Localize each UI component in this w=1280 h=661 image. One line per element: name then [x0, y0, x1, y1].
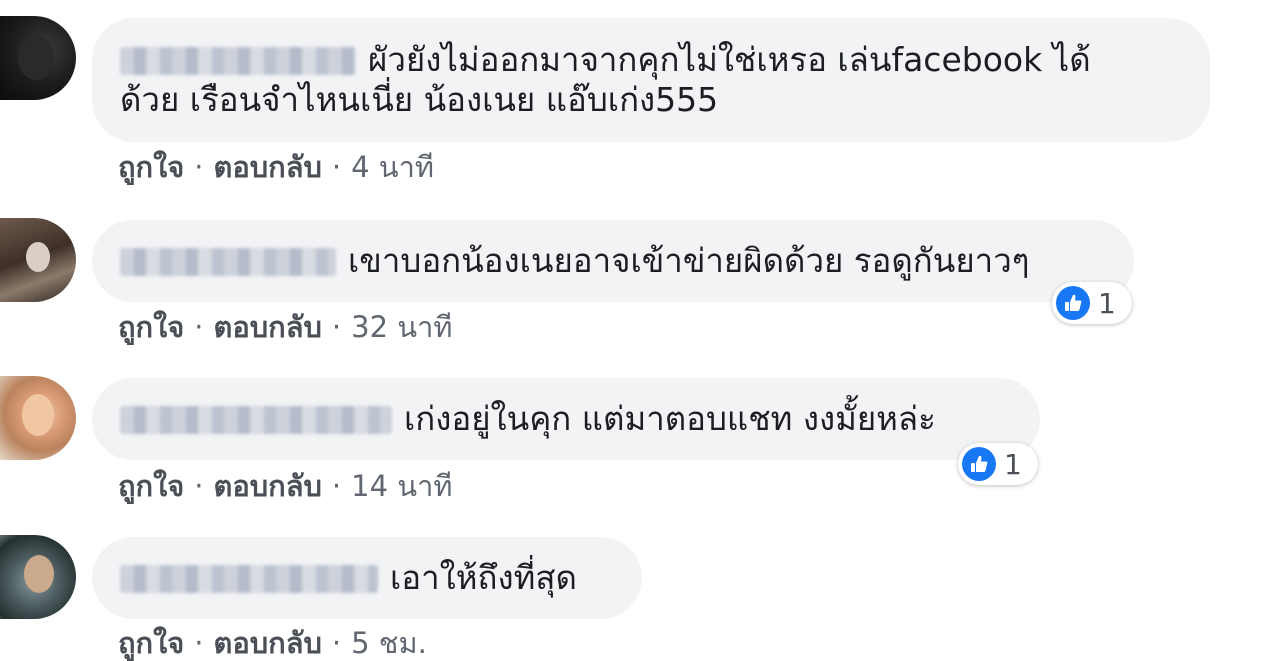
like-link[interactable]: ถูกใจ	[118, 469, 184, 503]
comment-bubble: เอาให้ถึงที่สุด	[92, 537, 642, 619]
author-name-blurred[interactable]	[120, 565, 378, 593]
comment-time[interactable]: 14 นาที	[351, 469, 452, 503]
like-thumb-icon	[1056, 286, 1090, 320]
separator: ·	[331, 150, 342, 184]
avatar-image	[18, 36, 54, 80]
reply-link[interactable]: ตอบกลับ	[214, 150, 322, 184]
avatar-image	[22, 394, 54, 436]
comment-bubble: เก่งอยู่ในคุก แต่มาตอบแชท งงมั้ยหล่ะ	[92, 378, 1040, 460]
reply-link[interactable]: ตอบกลับ	[214, 626, 322, 660]
comment-text: เอาให้ถึงที่สุด	[390, 558, 577, 597]
comment-bubble: ผัวยังไม่ออกมาจากคุกไม่ใช่เหรอ เล่นfaceb…	[92, 18, 1210, 142]
comment-time[interactable]: 32 นาที	[351, 310, 452, 344]
comment-bubble: เขาบอกน้องเนยอาจเข้าข่ายผิดด้วย รอดูกันย…	[92, 220, 1134, 302]
comment-thread: ผัวยังไม่ออกมาจากคุกไม่ใช่เหรอ เล่นfaceb…	[0, 0, 1280, 661]
reaction-badge[interactable]: 1	[958, 443, 1038, 485]
like-link[interactable]: ถูกใจ	[118, 626, 184, 660]
comment-text-line-2: ด้วย เรือนจำไหนเนี่ย น้องเนย แอ๊บเก่ง555	[120, 80, 719, 119]
comment-text: เขาบอกน้องเนยอาจเข้าข่ายผิดด้วย รอดูกันย…	[348, 241, 1030, 280]
comment-actions: ถูกใจ · ตอบกลับ · 5 ชม.	[118, 626, 427, 660]
reaction-count: 1	[1098, 286, 1116, 320]
comment-time[interactable]: 4 นาที	[351, 150, 434, 184]
comment-actions: ถูกใจ · ตอบกลับ · 14 นาที	[118, 469, 452, 503]
separator: ·	[194, 626, 204, 660]
like-link[interactable]: ถูกใจ	[118, 310, 184, 344]
author-name-blurred[interactable]	[120, 406, 392, 434]
avatar-image	[26, 242, 50, 272]
commenter-avatar[interactable]	[0, 16, 76, 100]
separator: ·	[331, 626, 342, 660]
reaction-badge[interactable]: 1	[1052, 282, 1132, 324]
author-name-blurred[interactable]	[120, 248, 336, 276]
like-thumb-icon	[962, 447, 996, 481]
comment-text: เก่งอยู่ในคุก แต่มาตอบแชท งงมั้ยหล่ะ	[404, 399, 936, 438]
reaction-count: 1	[1004, 447, 1022, 481]
separator: ·	[194, 150, 204, 184]
like-link[interactable]: ถูกใจ	[118, 150, 184, 184]
commenter-avatar[interactable]	[0, 376, 76, 460]
commenter-avatar[interactable]	[0, 535, 76, 619]
separator: ·	[331, 469, 342, 503]
commenter-avatar[interactable]	[0, 218, 76, 302]
comment-text-line-1: ผัวยังไม่ออกมาจากคุกไม่ใช่เหรอ เล่นfaceb…	[368, 40, 1091, 79]
author-name-blurred[interactable]	[120, 47, 356, 75]
reply-link[interactable]: ตอบกลับ	[214, 310, 322, 344]
separator: ·	[194, 469, 204, 503]
avatar-image	[24, 555, 54, 593]
comment-actions: ถูกใจ · ตอบกลับ · 32 นาที	[118, 310, 452, 344]
separator: ·	[331, 310, 342, 344]
comment-time[interactable]: 5 ชม.	[351, 626, 427, 660]
reply-link[interactable]: ตอบกลับ	[214, 469, 322, 503]
comment-actions: ถูกใจ · ตอบกลับ · 4 นาที	[118, 150, 434, 184]
separator: ·	[194, 310, 204, 344]
